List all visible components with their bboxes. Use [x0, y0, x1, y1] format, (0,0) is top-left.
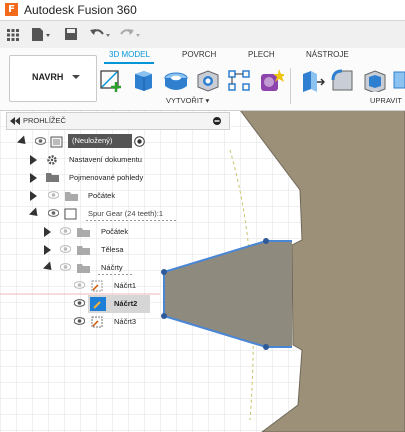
ribbon-separator [290, 68, 291, 104]
expand-arrow-icon[interactable] [30, 155, 37, 165]
sketch-point[interactable] [263, 238, 269, 244]
undo-icon[interactable] [88, 24, 112, 44]
quick-access-bar [0, 21, 405, 49]
sketch-icon [91, 316, 103, 328]
tab-sheet-metal[interactable]: PLECH [248, 50, 275, 59]
modify-label: UPRAVIT [370, 96, 402, 105]
browser-header: PROHLÍŽEČ [6, 112, 230, 130]
visibility-eye-icon[interactable] [48, 209, 59, 217]
sketch-point[interactable] [263, 344, 269, 350]
tree-item-label: Náčrt2 [114, 299, 138, 308]
tree-item-document-settings[interactable]: Nastavení dokumentu [0, 151, 230, 169]
visibility-eye-icon[interactable] [60, 263, 71, 271]
tree-item-label: Počátek [101, 227, 129, 236]
extrude-icon[interactable] [130, 68, 156, 92]
tree-item-label: Nastavení dokumentu [69, 155, 142, 164]
tab-surface[interactable]: POVRCH [182, 50, 216, 59]
link-indicator [86, 220, 176, 221]
expand-arrow-icon[interactable] [16, 135, 30, 148]
tree-item-label: Náčrty [101, 263, 123, 272]
activate-radio-icon[interactable] [134, 136, 145, 147]
tree-item-origin[interactable]: Počátek [0, 187, 230, 205]
create-menu[interactable]: VYTVOŘIT ▾ [166, 96, 209, 105]
expand-arrow-icon[interactable] [30, 173, 37, 183]
folder-icon [46, 173, 59, 182]
expand-arrow-icon[interactable] [30, 191, 37, 201]
workspace-label: NAVRH [32, 72, 64, 82]
tree-item-label: Počátek [88, 191, 116, 200]
chevron-down-icon [72, 75, 80, 79]
collapse-panel-icon[interactable] [10, 117, 20, 125]
visibility-eye-icon[interactable] [60, 245, 71, 253]
tab-tools[interactable]: NÁSTROJE [306, 50, 349, 59]
tree-item-label: Pojmenované pohledy [69, 173, 144, 182]
hole-icon[interactable] [195, 68, 221, 92]
visibility-eye-icon[interactable] [35, 137, 46, 145]
browser-title: PROHLÍŽEČ [23, 116, 66, 125]
tree-item-sketches[interactable]: Náčrty [0, 259, 230, 277]
combine-icon[interactable] [392, 68, 405, 92]
expand-arrow-icon[interactable] [44, 245, 51, 255]
modify-menu[interactable]: UPRAVIT [370, 96, 402, 105]
folder-icon [77, 228, 90, 237]
visibility-eye-icon[interactable] [74, 317, 85, 325]
document-icon [50, 136, 63, 148]
pattern-icon[interactable] [227, 68, 253, 92]
create-sketch-icon[interactable] [99, 68, 125, 92]
expand-arrow-icon[interactable] [42, 261, 56, 274]
tree-item-label: Tělesa [101, 245, 124, 254]
visibility-eye-icon[interactable] [60, 227, 71, 235]
tree-item-label: Spur Gear (24 teeth):1 [88, 209, 164, 218]
app-title: Autodesk Fusion 360 [24, 3, 137, 17]
sketch-icon [90, 297, 106, 311]
shell-icon[interactable] [362, 68, 388, 92]
tree-item-label: Náčrt1 [114, 281, 137, 290]
visibility-eye-icon[interactable] [74, 281, 85, 289]
workspace-switcher[interactable]: NAVRH [9, 55, 97, 102]
sketch-icon [91, 280, 103, 292]
caret-down-icon: ▾ [205, 96, 210, 105]
visibility-eye-icon[interactable] [74, 299, 85, 307]
create-form-icon[interactable] [258, 68, 284, 92]
gear-icon [47, 155, 57, 165]
document-name-badge: (Neuložený) [68, 134, 132, 148]
visibility-eye-icon[interactable] [48, 191, 59, 199]
tree-item-sketch1[interactable]: Náčrt1 [0, 277, 230, 295]
tree-item-sketch3[interactable]: Náčrt3 [0, 313, 230, 331]
fusion-logo-icon: F [5, 3, 18, 16]
grid-apps-icon[interactable] [6, 24, 20, 44]
press-pull-icon[interactable] [299, 68, 325, 92]
component-icon [64, 208, 77, 220]
minimize-panel-icon[interactable] [213, 117, 221, 125]
expand-arrow-icon[interactable] [28, 207, 42, 220]
tree-item-sketch2[interactable]: Náčrt2 [0, 295, 230, 313]
folder-icon [65, 192, 78, 201]
tree-item-spur-gear-component[interactable]: Spur Gear (24 teeth):1 [0, 205, 230, 223]
tree-item-named-views[interactable]: Pojmenované pohledy [0, 169, 230, 187]
create-label: VYTVOŘIT [166, 96, 204, 105]
save-icon[interactable] [64, 24, 78, 44]
tab-3d-model[interactable]: 3D MODEL [109, 50, 150, 59]
tree-item-label: Náčrt3 [114, 317, 137, 326]
title-bar: F Autodesk Fusion 360 [0, 0, 405, 21]
redo-icon[interactable] [118, 24, 142, 44]
expand-arrow-icon[interactable] [44, 227, 51, 237]
revolve-icon[interactable] [162, 68, 188, 92]
link-indicator [98, 274, 132, 275]
tree-item-bodies[interactable]: Tělesa [0, 241, 230, 259]
file-menu-icon[interactable] [30, 24, 52, 44]
folder-icon [77, 246, 90, 255]
fillet-icon[interactable] [330, 68, 356, 92]
folder-icon [77, 264, 90, 273]
tree-item-origin-2[interactable]: Počátek [0, 223, 230, 241]
document-name: (Neuložený) [72, 136, 113, 145]
tree-item-document[interactable]: (Neuložený) [0, 133, 230, 151]
